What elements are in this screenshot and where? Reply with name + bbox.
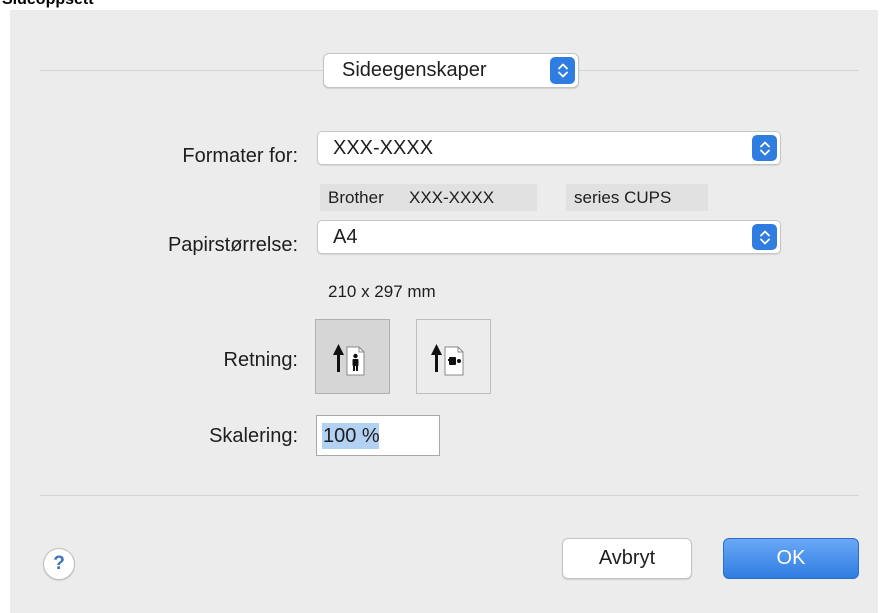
ok-button[interactable]: OK (723, 538, 859, 579)
chevron-updown-icon (550, 57, 575, 84)
printer-series: series CUPS (574, 188, 672, 207)
cancel-button[interactable]: Avbryt (562, 538, 692, 579)
orientation-portrait-button[interactable] (315, 319, 390, 394)
top-separator-left (40, 70, 323, 71)
format-for-popup[interactable]: XXX-XXXX (317, 131, 781, 165)
format-for-value: XXX-XXXX (333, 137, 434, 159)
printer-brand: Brother (328, 188, 384, 207)
page-section-title: Sideoppsett (2, 0, 94, 9)
printer-model: XXX-XXXX (409, 188, 495, 207)
scaling-field[interactable] (316, 415, 440, 456)
page-setup-dialog: Sideegenskaper Formater for: XXX-XXXX Br… (10, 10, 878, 613)
paper-dimensions: 210 x 297 mm (328, 282, 436, 301)
format-for-label: Formater for: (182, 145, 298, 167)
scaling-input[interactable] (323, 421, 433, 451)
orientation-label: Retning: (223, 349, 299, 371)
chevron-updown-icon (752, 224, 777, 250)
top-separator-right (579, 70, 859, 71)
settings-type-popup[interactable]: Sideegenskaper (323, 53, 579, 88)
help-button[interactable]: ? (43, 548, 75, 580)
chevron-updown-icon (752, 135, 777, 161)
orientation-landscape-button[interactable] (416, 319, 491, 394)
settings-type-label: Sideegenskaper (342, 59, 487, 81)
portrait-orientation-icon (333, 344, 365, 376)
bottom-separator (40, 495, 859, 496)
landscape-orientation-icon (431, 344, 464, 376)
paper-size-label: Papirstørrelse: (167, 234, 298, 256)
paper-size-value: A4 (333, 226, 358, 248)
scaling-label: Skalering: (209, 425, 298, 447)
paper-size-popup[interactable]: A4 (317, 220, 781, 254)
